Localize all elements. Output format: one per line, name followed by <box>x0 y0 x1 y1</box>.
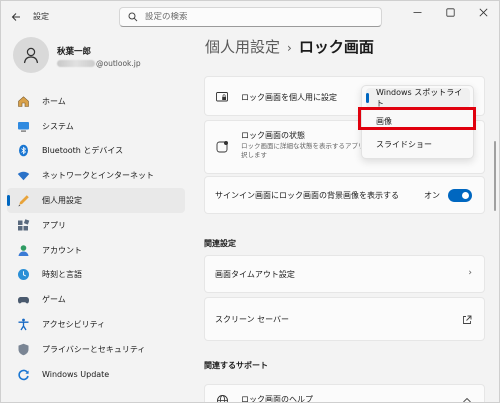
sidebar-item-label: プライバシーとセキュリティ <box>42 344 146 354</box>
highlight-annotation-box <box>358 107 476 130</box>
lock-status-label: ロック画面の状態 <box>241 131 305 140</box>
related-settings-title: 関連設定 <box>204 239 236 248</box>
avatar[interactable] <box>13 37 49 73</box>
globe-icon <box>215 393 229 402</box>
sidebar-item-label: アプリ <box>42 220 66 230</box>
signin-background-label: サインイン画面にロック画面の背景画像を表示する <box>215 191 399 200</box>
status-icon <box>215 140 229 154</box>
lock-help-card[interactable]: ロック画面のヘルプ <box>204 384 485 403</box>
sidebar-item-time-language[interactable]: 時刻と言語 <box>7 263 185 288</box>
screensaver-label: スクリーン セーバー <box>215 315 290 324</box>
sidebar-item-bluetooth[interactable]: Bluetooth とデバイス <box>7 139 185 164</box>
back-arrow-icon <box>11 13 20 21</box>
wifi-icon <box>17 169 30 182</box>
screensaver-card[interactable]: スクリーン セーバー <box>204 297 485 341</box>
search-icon <box>128 12 138 22</box>
maximize-icon <box>446 7 455 17</box>
sidebar-nav: ホーム システム Bluetooth とデバイス ネットワークとインターネット … <box>7 89 185 387</box>
sidebar-item-home[interactable]: ホーム <box>7 89 185 114</box>
sidebar-item-label: システム <box>42 121 74 131</box>
user-name: 秋葉一郎 <box>57 47 92 57</box>
email-redaction <box>57 60 95 67</box>
sidebar-item-label: Bluetooth とデバイス <box>42 146 124 156</box>
minimize-button[interactable] <box>401 1 434 23</box>
apps-icon <box>17 219 30 232</box>
sidebar-item-privacy[interactable]: プライバシーとセキュリティ <box>7 337 185 362</box>
user-email-domain: @outlook.jp <box>96 59 141 68</box>
dropdown-option-slideshow[interactable]: スライドショー <box>366 134 470 154</box>
chevron-right-icon: › <box>468 268 472 278</box>
sidebar-item-label: アカウント <box>42 245 82 255</box>
lock-personalize-label: ロック画面を個人用に設定 <box>241 93 337 102</box>
personalization-icon <box>17 194 30 207</box>
maximize-button[interactable] <box>434 1 467 23</box>
sidebar-item-label: ゲーム <box>42 295 66 305</box>
related-support-title: 関連するサポート <box>204 361 268 370</box>
breadcrumb-current: ロック画面 <box>298 38 374 56</box>
external-link-icon <box>460 313 474 327</box>
close-icon <box>479 8 488 16</box>
dropdown-option-spotlight[interactable]: Windows スポットライト <box>366 88 470 108</box>
sidebar-item-system[interactable]: システム <box>7 114 185 139</box>
sidebar-item-gaming[interactable]: ゲーム <box>7 287 185 312</box>
search-box[interactable] <box>119 7 382 27</box>
sidebar-item-accessibility[interactable]: アクセシビリティ <box>7 312 185 337</box>
close-button[interactable] <box>467 1 499 23</box>
chevron-up-icon <box>460 393 474 402</box>
accessibility-icon <box>17 318 30 331</box>
settings-window: 設定 秋葉一郎 @outlook.jp ホーム <box>0 0 500 403</box>
breadcrumb-separator: › <box>287 41 292 55</box>
shield-icon <box>17 343 30 356</box>
sidebar-item-accounts[interactable]: アカウント <box>7 238 185 263</box>
sidebar-item-label: 個人用設定 <box>42 196 82 206</box>
home-icon <box>17 95 30 108</box>
user-icon <box>23 47 39 64</box>
signin-background-card: サインイン画面にロック画面の背景画像を表示する オン <box>204 176 485 214</box>
signin-background-toggle[interactable] <box>448 189 472 202</box>
account-icon <box>17 244 30 257</box>
sidebar-item-personalization[interactable]: 個人用設定 <box>7 188 185 213</box>
screen-timeout-card[interactable]: 画面タイムアウト設定 › <box>204 255 485 293</box>
lock-help-label: ロック画面のヘルプ <box>241 395 313 403</box>
scrollbar[interactable] <box>494 141 496 211</box>
user-email: @outlook.jp <box>57 59 141 68</box>
page-title: 個人用設定 › ロック画面 <box>205 36 374 57</box>
back-button[interactable] <box>7 8 25 26</box>
search-input[interactable] <box>145 12 365 22</box>
breadcrumb-parent[interactable]: 個人用設定 <box>205 38 280 56</box>
sidebar-item-label: ホーム <box>42 96 66 106</box>
sidebar-item-windows-update[interactable]: Windows Update <box>7 362 185 387</box>
sidebar-item-label: 時刻と言語 <box>42 270 82 280</box>
minimize-icon <box>413 11 422 13</box>
sidebar-item-label: ネットワークとインターネット <box>42 171 154 181</box>
lock-screen-icon <box>215 90 229 104</box>
app-title: 設定 <box>33 12 49 21</box>
toggle-state-label: オン <box>424 191 440 200</box>
windows-update-icon <box>17 368 30 381</box>
screen-timeout-label: 画面タイムアウト設定 <box>215 270 295 279</box>
bluetooth-icon <box>17 144 30 157</box>
time-language-icon <box>17 268 30 281</box>
title-bar: 設定 <box>1 1 499 33</box>
game-icon <box>17 293 30 306</box>
sidebar-item-label: Windows Update <box>42 369 110 379</box>
sidebar-item-network[interactable]: ネットワークとインターネット <box>7 163 185 188</box>
sidebar-item-apps[interactable]: アプリ <box>7 213 185 238</box>
sidebar-item-label: アクセシビリティ <box>42 320 106 330</box>
system-icon <box>17 120 30 133</box>
